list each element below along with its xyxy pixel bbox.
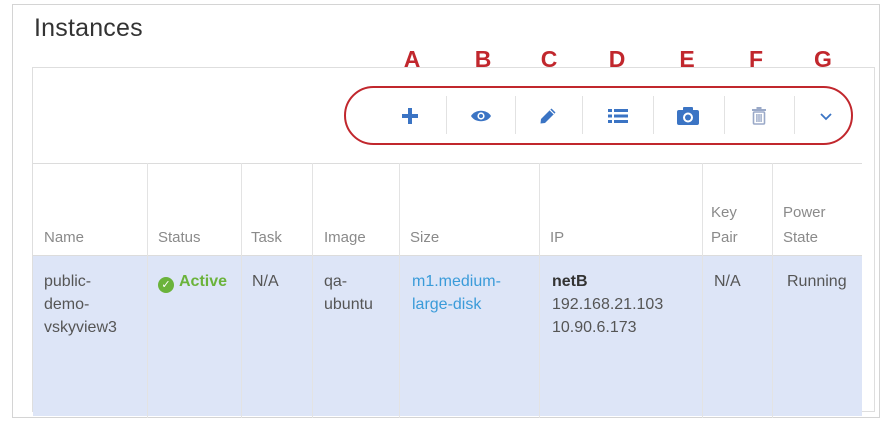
create-instance-button[interactable]	[380, 94, 440, 137]
column-header-power-state[interactable]: Power State	[783, 203, 826, 247]
view-instance-button[interactable]	[450, 94, 512, 137]
toolbar-separator	[653, 96, 654, 134]
cell-name[interactable]: public- demo- vskyview3	[44, 270, 117, 339]
table-top-divider	[33, 163, 862, 164]
status-badge: Active	[179, 273, 228, 290]
column-header-size[interactable]: Size	[410, 228, 439, 247]
toolbar-separator	[446, 96, 447, 134]
more-actions-dropdown[interactable]	[796, 94, 856, 137]
cell-image-line: ubuntu	[324, 296, 373, 313]
check-circle-icon: ✓	[158, 277, 174, 293]
list-icon	[608, 108, 628, 123]
toolbar-separator	[582, 96, 583, 134]
column-header-name[interactable]: Name	[44, 228, 84, 247]
annotation-letter-b: B	[474, 46, 492, 72]
annotation-letter-c: C	[540, 46, 558, 72]
cell-size-link[interactable]: m1.medium- large-disk	[412, 270, 501, 316]
cell-power-state: Running	[787, 273, 847, 290]
chevron-down-icon	[820, 112, 832, 120]
annotation-letter-f: F	[748, 46, 764, 72]
ip-address: 10.90.6.173	[552, 319, 637, 336]
column-divider	[399, 163, 400, 418]
column-header-power-state-line2: State	[783, 229, 819, 246]
trash-icon	[752, 107, 766, 125]
cell-name-line: demo-	[44, 296, 90, 313]
cell-task: N/A	[252, 273, 279, 290]
annotation-letter-d: D	[608, 46, 626, 72]
column-header-key-pair-line1: Key	[711, 204, 737, 221]
column-divider	[147, 163, 148, 418]
panel-title: Instances	[34, 14, 143, 42]
column-divider	[539, 163, 540, 418]
instances-page: Instances A B C D E F G Name Status Task…	[0, 0, 892, 426]
snapshot-button[interactable]	[655, 94, 721, 137]
column-divider	[772, 163, 773, 418]
annotation-letter-g: G	[814, 46, 832, 72]
column-header-image[interactable]: Image	[324, 228, 366, 247]
plus-icon	[402, 107, 418, 124]
cell-name-line: public-	[44, 273, 92, 290]
eye-icon	[471, 110, 491, 121]
cell-status: ✓ Active	[158, 270, 227, 293]
annotation-letter-a: A	[403, 46, 421, 72]
cell-ip: netB 192.168.21.103 10.90.6.173	[552, 270, 663, 339]
column-divider	[312, 163, 313, 418]
column-header-task[interactable]: Task	[251, 228, 282, 247]
cell-size-line: m1.medium-	[412, 273, 501, 290]
annotation-letter-e: E	[679, 46, 695, 72]
cell-image: qa- ubuntu	[324, 270, 373, 316]
toolbar-separator	[794, 96, 795, 134]
pencil-icon	[540, 108, 556, 123]
cell-image-line: qa-	[324, 273, 348, 290]
column-header-key-pair[interactable]: Key Pair	[711, 203, 738, 247]
camera-icon	[677, 106, 699, 125]
delete-instance-button[interactable]	[726, 94, 792, 137]
column-header-status[interactable]: Status	[158, 228, 201, 247]
toolbar-separator	[724, 96, 725, 134]
cell-name-line: vskyview3	[44, 319, 117, 336]
cell-key-pair: N/A	[714, 273, 741, 290]
toolbar-separator	[515, 96, 516, 134]
column-header-ip[interactable]: IP	[550, 228, 564, 247]
column-divider	[241, 163, 242, 418]
column-header-power-state-line1: Power	[783, 204, 826, 221]
network-name: netB	[552, 273, 588, 290]
cell-size-line: large-disk	[412, 296, 482, 313]
list-details-button[interactable]	[585, 94, 651, 137]
ip-address: 192.168.21.103	[552, 296, 664, 313]
table-header-divider	[33, 255, 862, 256]
column-divider	[702, 163, 703, 418]
column-header-key-pair-line2: Pair	[711, 229, 738, 246]
edit-instance-button[interactable]	[517, 94, 579, 137]
